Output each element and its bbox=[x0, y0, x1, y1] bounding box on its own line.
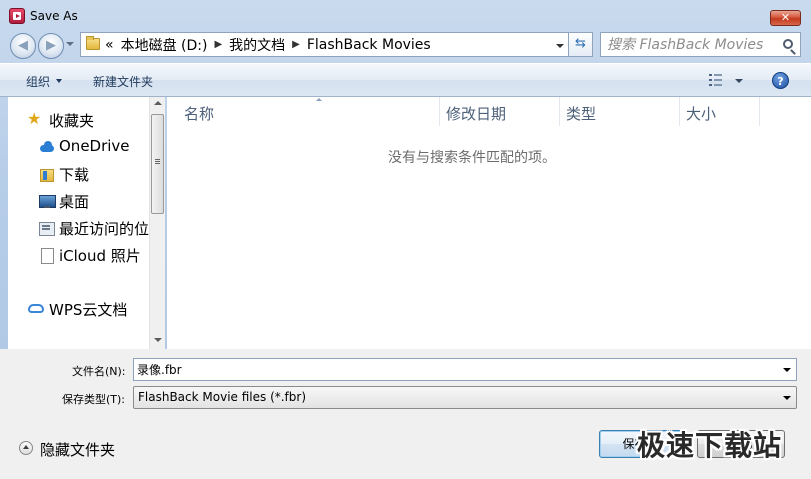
sidebar-item-icloud-photos[interactable]: iCloud 照片 bbox=[8, 244, 150, 266]
chevron-down-icon[interactable] bbox=[783, 368, 791, 372]
navigation-bar: ◀ ▶ « 本地磁盘 (D:) ▶ 我的文档 ▶ FlashBack Movie… bbox=[0, 30, 811, 63]
filename-combobox[interactable] bbox=[133, 358, 797, 381]
file-list[interactable]: 名称 修改日期 类型 大小 没有与搜索条件匹配的项。 bbox=[167, 97, 811, 349]
column-header-size[interactable]: 大小 bbox=[680, 97, 760, 126]
filename-input[interactable] bbox=[137, 361, 777, 378]
sidebar-item-wps-cloud[interactable]: WPS云文档 bbox=[8, 298, 150, 320]
star-icon: ★ bbox=[27, 109, 42, 128]
breadcrumb-separator-icon[interactable]: ▶ bbox=[292, 39, 300, 50]
breadcrumb: « 本地磁盘 (D:) ▶ 我的文档 ▶ FlashBack Movies bbox=[105, 33, 431, 56]
breadcrumb-item-drive-d[interactable]: 本地磁盘 (D:) bbox=[121, 35, 208, 55]
back-button[interactable]: ◀ bbox=[10, 33, 36, 59]
chevron-down-icon bbox=[56, 79, 62, 83]
sidebar-item-label: WPS云文档 bbox=[49, 301, 128, 319]
downloads-folder-icon bbox=[39, 167, 55, 182]
view-options-dropdown-icon[interactable] bbox=[735, 79, 743, 83]
organize-button[interactable]: 组织 bbox=[26, 73, 50, 90]
empty-results-message: 没有与搜索条件匹配的项。 bbox=[388, 150, 556, 166]
breadcrumb-item-flashback-movies[interactable]: FlashBack Movies bbox=[307, 37, 431, 53]
breadcrumb-overflow[interactable]: « bbox=[105, 37, 114, 53]
column-header-label: 名称 bbox=[184, 105, 215, 123]
collapse-up-icon[interactable] bbox=[19, 441, 33, 455]
sidebar-item-label: 最近访问的位置 bbox=[59, 220, 150, 238]
sidebar-item-label: 桌面 bbox=[59, 193, 90, 211]
sort-ascending-icon bbox=[316, 98, 322, 101]
column-header-label: 类型 bbox=[566, 105, 597, 123]
folder-icon bbox=[86, 36, 100, 50]
sidebar-item-recent-places[interactable]: 最近访问的位置 bbox=[8, 217, 150, 239]
scrollbar-thumb[interactable] bbox=[151, 114, 164, 214]
breadcrumb-separator-icon[interactable]: ▶ bbox=[214, 39, 222, 50]
filetype-selected-value: FlashBack Movie files (*.fbr) bbox=[138, 390, 307, 404]
filetype-select[interactable]: FlashBack Movie files (*.fbr) bbox=[133, 386, 797, 409]
scroll-down-icon[interactable] bbox=[154, 338, 162, 342]
column-header-type[interactable]: 类型 bbox=[560, 97, 680, 126]
search-box[interactable] bbox=[600, 32, 801, 57]
sidebar-item-downloads[interactable]: 下载 bbox=[8, 163, 150, 185]
refresh-button[interactable]: ⇆ bbox=[568, 32, 593, 57]
desktop-icon bbox=[39, 194, 56, 208]
address-bar[interactable]: « 本地磁盘 (D:) ▶ 我的文档 ▶ FlashBack Movies bbox=[80, 32, 568, 57]
close-button[interactable]: ✕ bbox=[770, 10, 801, 26]
search-icon[interactable] bbox=[783, 39, 793, 49]
view-details-icon[interactable] bbox=[709, 74, 725, 86]
title-bar: Save As ✕ bbox=[0, 0, 811, 30]
site-watermark: 极速下载站 bbox=[637, 429, 783, 462]
save-as-dialog: Save As ✕ ◀ ▶ « 本地磁盘 (D:) ▶ 我的文档 ▶ Flash… bbox=[0, 0, 811, 479]
scroll-up-icon[interactable] bbox=[154, 101, 162, 105]
flashback-app-icon bbox=[9, 8, 25, 24]
forward-button[interactable]: ▶ bbox=[38, 33, 64, 59]
command-bar: 组织 新建文件夹 ? bbox=[0, 63, 811, 97]
sidebar-item-favorites[interactable]: ★ 收藏夹 bbox=[8, 109, 150, 131]
help-icon[interactable]: ? bbox=[772, 72, 789, 89]
column-header-label: 大小 bbox=[686, 105, 717, 123]
window-title: Save As bbox=[30, 9, 78, 23]
filetype-label: 保存类型(T): bbox=[62, 393, 126, 406]
column-header-label: 修改日期 bbox=[446, 105, 507, 123]
new-folder-button[interactable]: 新建文件夹 bbox=[93, 73, 153, 90]
sidebar-item-label: OneDrive bbox=[59, 137, 130, 155]
column-header-name[interactable]: 名称 bbox=[178, 97, 440, 126]
sidebar-item-label: 下载 bbox=[59, 166, 90, 184]
recent-places-icon bbox=[39, 221, 55, 236]
filename-label: 文件名(N): bbox=[72, 365, 126, 378]
column-header-date-modified[interactable]: 修改日期 bbox=[440, 97, 560, 126]
wps-cloud-icon bbox=[28, 304, 44, 313]
recent-locations-dropdown-icon[interactable] bbox=[66, 42, 74, 46]
onedrive-icon bbox=[39, 140, 55, 154]
sidebar-item-label: 收藏夹 bbox=[49, 112, 95, 130]
navigation-pane-scrollbar[interactable] bbox=[149, 97, 165, 349]
sidebar-item-desktop[interactable]: 桌面 bbox=[8, 190, 150, 212]
search-input[interactable] bbox=[607, 35, 779, 54]
breadcrumb-item-documents[interactable]: 我的文档 bbox=[229, 35, 285, 55]
navigation-pane: ★ 收藏夹 OneDrive 下载 桌面 最近访问的位置 iCloud 照片 W… bbox=[8, 97, 164, 349]
hide-folders-label[interactable]: 隐藏文件夹 bbox=[40, 439, 115, 460]
sidebar-item-onedrive[interactable]: OneDrive bbox=[8, 136, 150, 158]
address-dropdown-icon[interactable] bbox=[556, 44, 564, 48]
sidebar-item-label: iCloud 照片 bbox=[59, 247, 141, 265]
file-icon bbox=[39, 248, 55, 264]
chevron-down-icon[interactable] bbox=[783, 396, 791, 400]
